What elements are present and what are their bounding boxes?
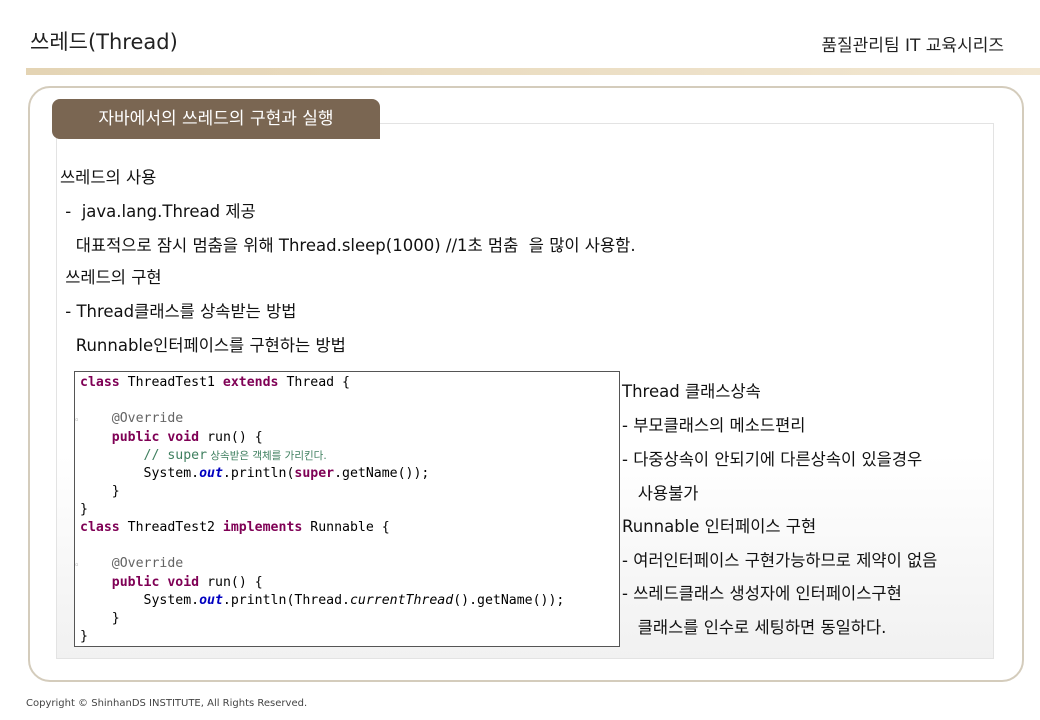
code-line: }	[80, 502, 88, 517]
code-keyword: class	[80, 520, 120, 535]
note-line: - 여러인터페이스 구현가능하므로 제약이 없음	[622, 551, 938, 570]
code-comment-korean: 상속받은 객체를 가리킨다.	[207, 450, 327, 462]
body-line-extend-method: - Thread클래스를 상속받는 방법	[60, 302, 297, 321]
note-line: Thread 클래스상속	[622, 382, 761, 401]
code-keyword: void	[167, 575, 200, 590]
code-keyword: void	[167, 430, 200, 445]
code-text: Runnable {	[302, 520, 390, 535]
code-line: @Override	[80, 555, 183, 573]
code-line: @Override	[80, 410, 183, 428]
body-line-usage-heading: 쓰레드의 사용	[60, 168, 157, 187]
code-line: }	[80, 484, 120, 499]
code-text: run() {	[199, 430, 263, 445]
code-text: ThreadTest1	[119, 375, 223, 390]
code-comment: // super	[80, 448, 208, 463]
code-text: System.	[80, 466, 200, 481]
code-line: }	[80, 611, 120, 626]
code-marker-icon: ◦	[74, 561, 80, 571]
code-method: currentThread	[349, 593, 454, 608]
code-line: public void run() {	[80, 429, 263, 447]
body-line-runnable-method: Runnable인터페이스를 구현하는 방법	[60, 336, 346, 355]
series-name: 품질관리팀 IT 교육시리즈	[821, 36, 1004, 56]
note-line: 사용불가	[622, 484, 699, 503]
code-text: System.	[80, 593, 200, 608]
header-divider	[26, 68, 1040, 75]
copyright-text: Copyright © ShinhanDS INSTITUTE, All Rig…	[26, 698, 308, 709]
code-keyword: class	[80, 375, 120, 390]
code-keyword: implements	[222, 520, 303, 535]
code-text: .println(Thread.	[222, 593, 350, 608]
code-text: .println(	[222, 466, 295, 481]
code-line: class ThreadTest2 implements Runnable {	[80, 519, 390, 537]
note-line: Runnable 인터페이스 구현	[622, 517, 817, 536]
code-line: System.out.println(Thread.currentThread(…	[80, 592, 565, 610]
code-line: }	[80, 629, 88, 644]
code-text: .getName());	[334, 466, 430, 481]
code-keyword: super	[294, 466, 335, 481]
code-field: out	[199, 593, 223, 608]
code-line: // super 상속받은 객체를 가리킨다.	[80, 447, 327, 465]
note-line: - 부모클래스의 메소드편리	[622, 416, 806, 435]
code-line: System.out.println(super.getName());	[80, 465, 430, 483]
code-text: ThreadTest2	[119, 520, 223, 535]
note-line: - 다중상속이 안되기에 다른상속이 있을경우	[622, 450, 923, 469]
code-field: out	[199, 466, 223, 481]
note-line: 클래스를 인수로 세팅하면 동일하다.	[622, 618, 887, 637]
code-annotation: @Override	[80, 556, 184, 571]
code-text: ().getName());	[453, 593, 565, 608]
code-marker-icon: ◦	[74, 416, 80, 426]
code-block: class ThreadTest1 extends Thread { ◦ @Ov…	[74, 371, 620, 647]
code-keyword: public	[111, 575, 160, 590]
code-line: public void run() {	[80, 574, 263, 592]
code-keyword: extends	[222, 375, 279, 390]
code-line: class ThreadTest1 extends Thread {	[80, 374, 350, 392]
page-title: 쓰레드(Thread)	[30, 30, 178, 54]
code-text: Thread {	[278, 375, 350, 390]
note-line: - 쓰레드클래스 생성자에 인터페이스구현	[622, 584, 902, 603]
body-line-sleep-example: 대표적으로 잠시 멈춤을 위해 Thread.sleep(1000) //1초 …	[60, 236, 636, 255]
code-text: run() {	[199, 575, 263, 590]
body-line-impl-heading: 쓰레드의 구현	[60, 268, 162, 287]
code-keyword: public	[111, 430, 160, 445]
body-line-thread-provided: - java.lang.Thread 제공	[60, 202, 256, 221]
section-badge: 자바에서의 쓰레드의 구현과 실행	[52, 99, 380, 139]
code-annotation: @Override	[80, 411, 184, 426]
